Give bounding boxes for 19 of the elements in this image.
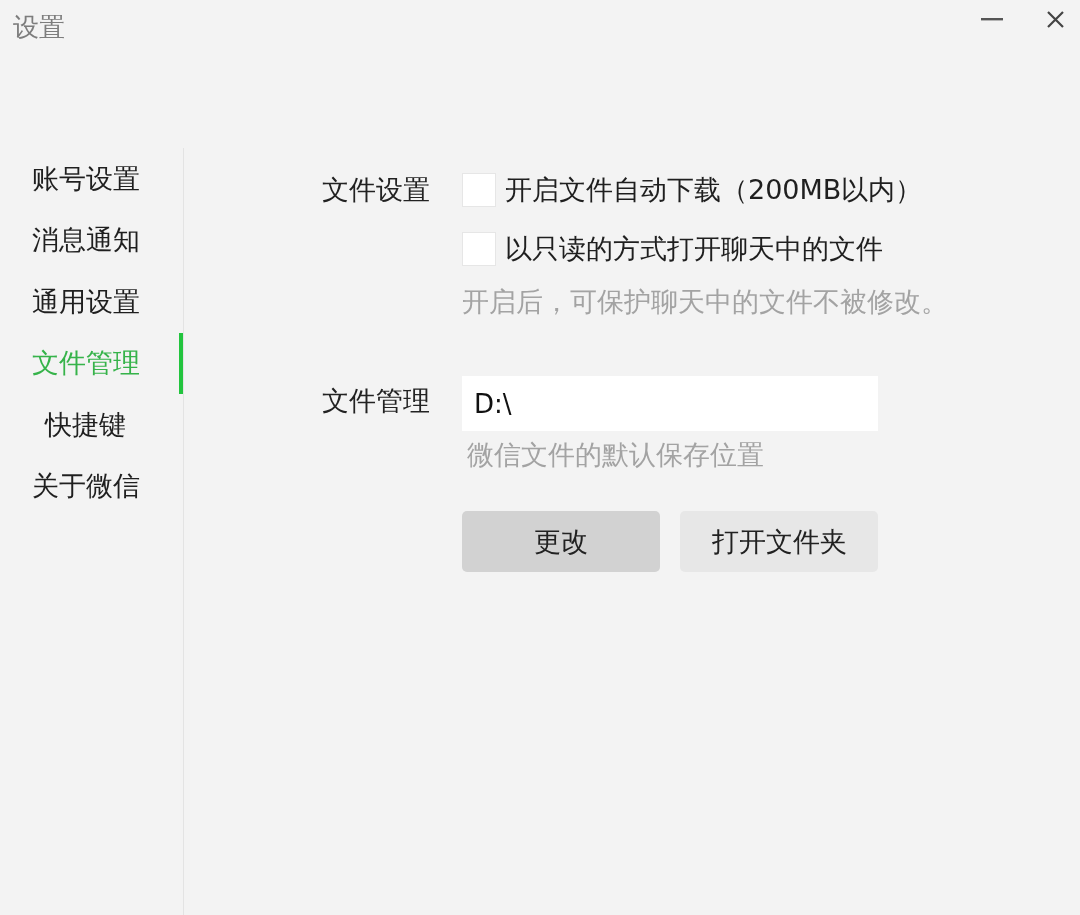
hint-text: 开启后，可保护聊天中的文件不被修改。: [462, 285, 948, 319]
sidebar-item[interactable]: 快捷键: [32, 394, 183, 456]
sidebar-item[interactable]: 通用设置: [32, 271, 183, 333]
window-title: 设置: [13, 11, 65, 44]
hint-text: 微信文件的默认保存位置: [467, 438, 764, 472]
option-label[interactable]: 以只读的方式打开聊天中的文件: [505, 232, 883, 266]
sidebar-item[interactable]: 账号设置: [32, 148, 183, 210]
section-label: 文件设置: [322, 173, 430, 207]
minimize-icon[interactable]: [981, 17, 1003, 21]
sidebar-item[interactable]: 消息通知: [32, 209, 183, 271]
action-button[interactable]: 更改: [462, 511, 660, 572]
action-button[interactable]: 打开文件夹: [680, 511, 878, 572]
section-label: 文件管理: [322, 384, 430, 418]
close-icon[interactable]: [1047, 10, 1064, 28]
checkbox[interactable]: [462, 173, 496, 207]
path-field[interactable]: D:\: [462, 376, 878, 431]
option-label[interactable]: 开启文件自动下载（200MB以内）: [505, 173, 923, 207]
checkbox[interactable]: [462, 232, 496, 266]
sidebar-item[interactable]: 关于微信: [32, 455, 183, 517]
